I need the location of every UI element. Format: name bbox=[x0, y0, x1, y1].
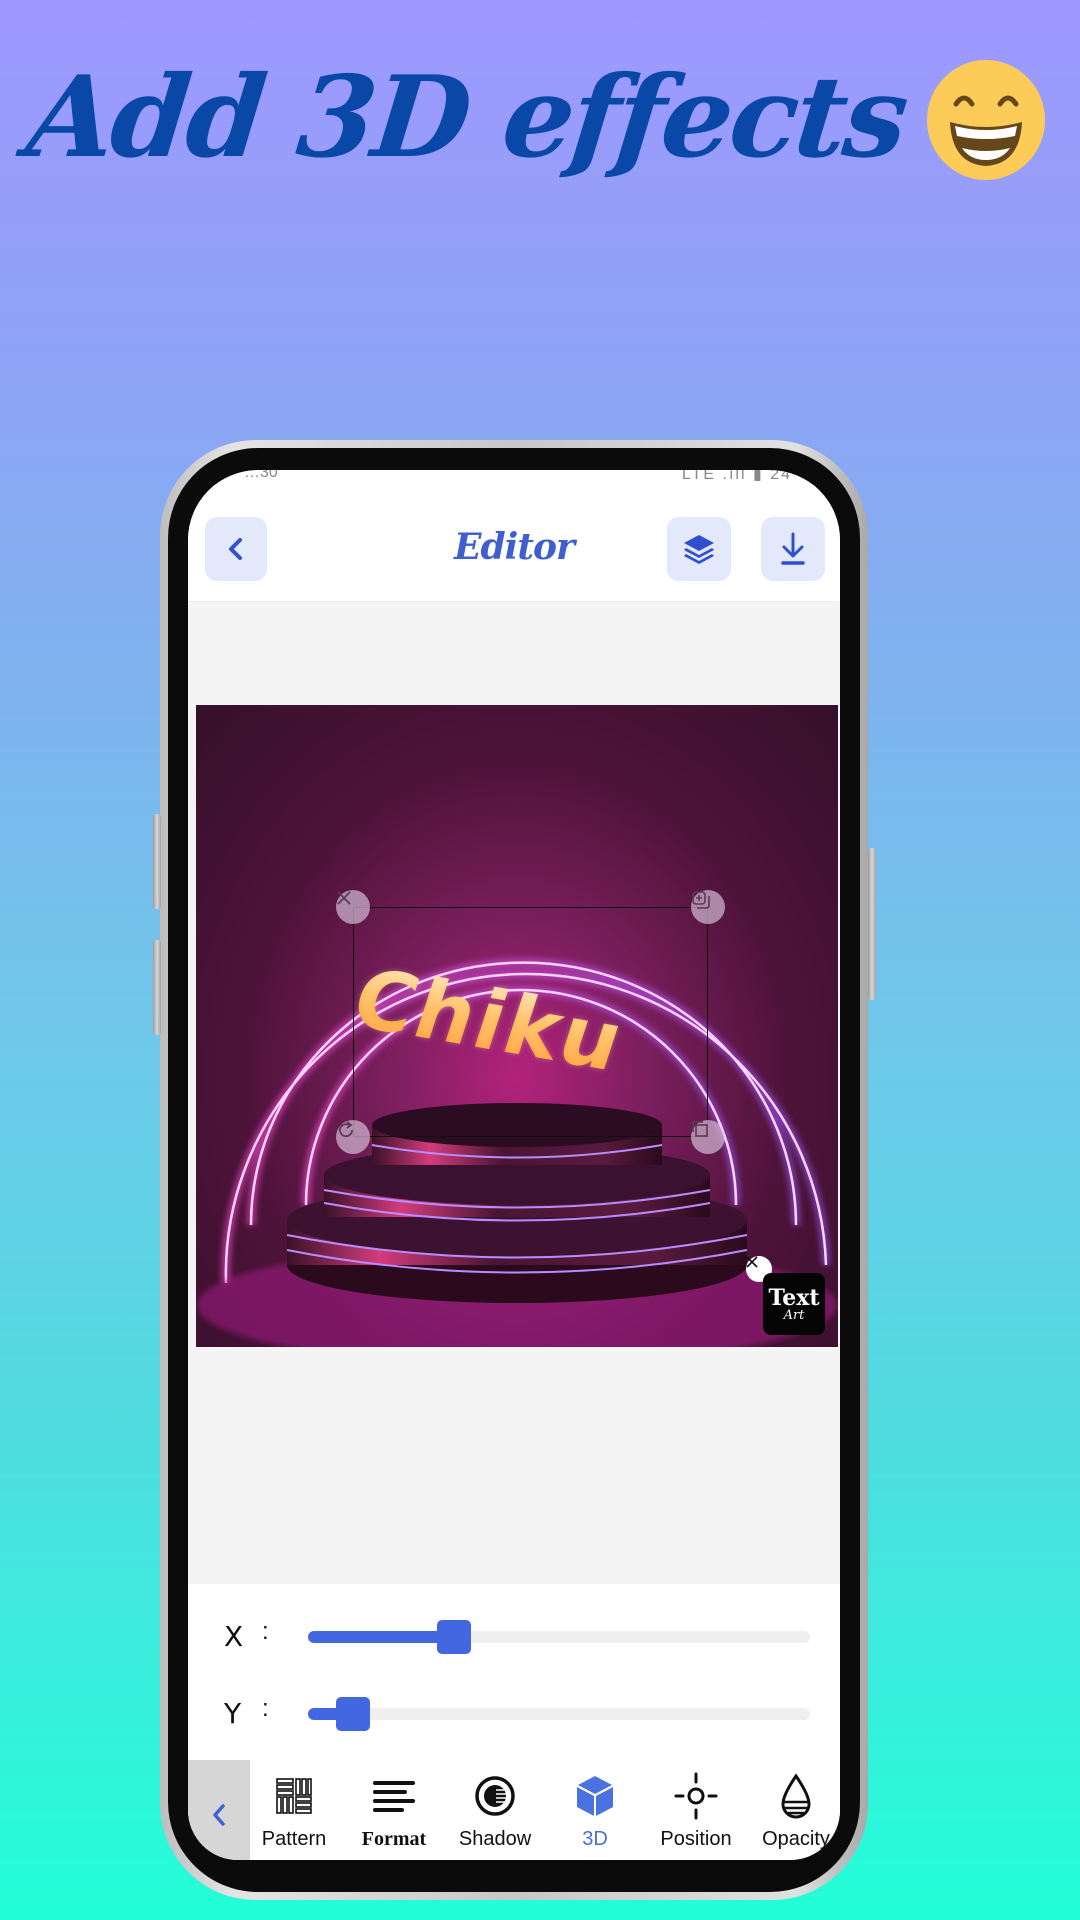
watermark-title: Text bbox=[768, 1284, 820, 1311]
align-left-icon bbox=[373, 1781, 415, 1812]
3d-controls-panel: X : Y : bbox=[188, 1584, 840, 1760]
background-image: Chiku Text Art bbox=[196, 705, 838, 1347]
tool-label-3d: 3D bbox=[582, 1828, 608, 1850]
x-slider-separator: : bbox=[262, 1618, 269, 1645]
tool-label-opacity: Opacity bbox=[762, 1828, 830, 1850]
close-icon bbox=[337, 891, 351, 905]
page-title: Editor bbox=[454, 526, 575, 568]
x-slider-thumb[interactable] bbox=[436, 1620, 471, 1654]
status-indicators: LTE .ıll ▮ 24 bbox=[681, 470, 792, 483]
x-slider-row: X : bbox=[188, 1618, 840, 1658]
cube-icon bbox=[577, 1776, 613, 1816]
layers-icon bbox=[684, 535, 714, 564]
tool-shadow[interactable]: Shadow bbox=[445, 1760, 545, 1860]
duplicate-layer-handle[interactable] bbox=[691, 890, 725, 924]
power-button bbox=[868, 848, 876, 1000]
duplicate-icon bbox=[692, 891, 710, 909]
crosshair-icon bbox=[674, 1772, 718, 1820]
close-icon bbox=[746, 1256, 758, 1268]
x-slider-fill bbox=[308, 1631, 454, 1643]
y-slider-separator: : bbox=[262, 1695, 269, 1722]
grinning-emoji-icon bbox=[927, 60, 1045, 180]
tool-format[interactable]: Format bbox=[344, 1760, 444, 1860]
x-slider[interactable] bbox=[308, 1620, 810, 1654]
tool-position[interactable]: Position bbox=[646, 1760, 746, 1860]
resize-icon bbox=[692, 1121, 708, 1137]
canvas-area[interactable]: Chiku Text Art bbox=[188, 603, 840, 1603]
bottom-toolbar: Pattern Format Shadow 3D Position Opacit… bbox=[188, 1760, 840, 1860]
promo-headline: Add 3D effects bbox=[21, 52, 911, 183]
resize-layer-handle[interactable] bbox=[691, 1120, 725, 1154]
watermark-subtitle: Art bbox=[783, 1307, 805, 1323]
headline-text: Add 3D effects bbox=[21, 52, 912, 183]
chevron-left-icon bbox=[213, 1804, 225, 1826]
volume-up-button bbox=[153, 814, 161, 909]
y-slider-label: Y bbox=[224, 1697, 242, 1730]
y-slider-row: Y : bbox=[188, 1695, 840, 1735]
layers-button[interactable] bbox=[667, 517, 731, 581]
tool-label-shadow: Shadow bbox=[458, 1828, 532, 1850]
toolbar-back-button[interactable] bbox=[188, 1760, 250, 1860]
textart-watermark[interactable]: Text Art bbox=[763, 1273, 825, 1335]
shadow-icon bbox=[475, 1776, 515, 1816]
x-slider-label: X bbox=[224, 1620, 244, 1653]
download-icon bbox=[781, 532, 805, 565]
y-slider[interactable] bbox=[308, 1697, 810, 1731]
delete-layer-handle[interactable] bbox=[336, 890, 370, 924]
pattern-icon bbox=[276, 1778, 312, 1814]
download-button[interactable] bbox=[761, 517, 825, 581]
rotate-layer-handle[interactable] bbox=[336, 1120, 370, 1154]
tool-3d[interactable]: 3D bbox=[545, 1760, 645, 1860]
status-time: …30 bbox=[244, 470, 278, 481]
opacity-drop-icon bbox=[781, 1773, 811, 1819]
tool-label-pattern: Pattern bbox=[261, 1828, 327, 1850]
text-selection-box[interactable] bbox=[353, 907, 708, 1137]
app-screen: …30 LTE .ıll ▮ 24 Editor Chiku Text Art … bbox=[188, 470, 840, 1860]
tool-label-position: Position bbox=[660, 1828, 732, 1850]
y-slider-thumb[interactable] bbox=[336, 1697, 371, 1731]
app-header: Editor bbox=[188, 484, 840, 602]
tool-opacity[interactable]: Opacity bbox=[746, 1760, 840, 1860]
tool-pattern[interactable]: Pattern bbox=[244, 1760, 344, 1860]
status-bar: …30 LTE .ıll ▮ 24 bbox=[188, 470, 840, 484]
tool-label-format: Format bbox=[361, 1828, 427, 1850]
rotate-icon bbox=[339, 1121, 353, 1138]
volume-down-button bbox=[153, 940, 161, 1035]
